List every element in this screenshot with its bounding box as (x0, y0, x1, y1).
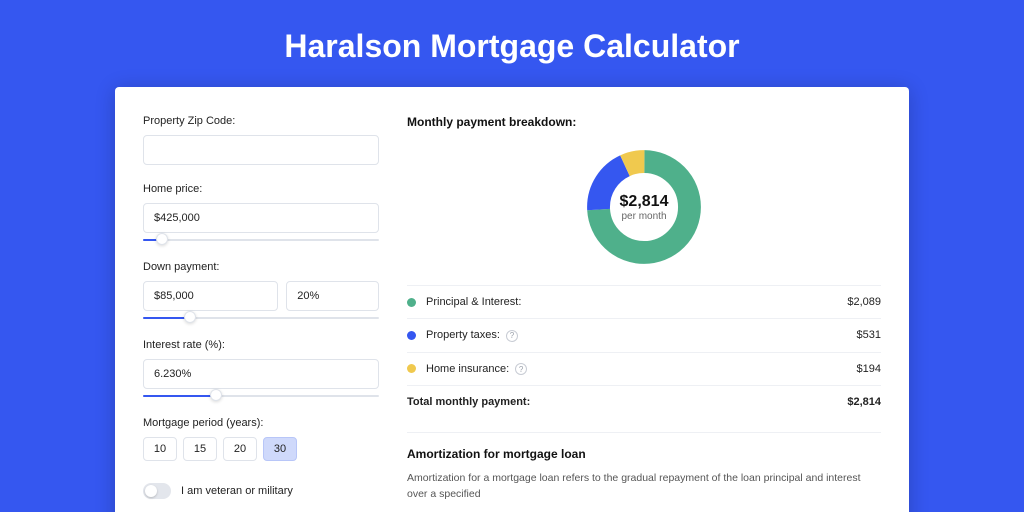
price-input[interactable] (143, 203, 379, 233)
legend-name: Home insurance:? (426, 363, 857, 376)
legend-value: $2,089 (847, 296, 881, 308)
inputs-panel: Property Zip Code: Home price: Down paym… (143, 115, 379, 512)
down-slider[interactable] (143, 315, 379, 321)
price-field: Home price: (143, 183, 379, 243)
amortization-text: Amortization for a mortgage loan refers … (407, 471, 881, 503)
legend-row: Home insurance:?$194 (407, 352, 881, 386)
legend-name: Property taxes:? (426, 329, 857, 342)
rate-label: Interest rate (%): (143, 339, 379, 351)
zip-input[interactable] (143, 135, 379, 165)
price-slider-thumb[interactable] (156, 233, 168, 245)
legend-value: $531 (857, 329, 881, 341)
down-field: Down payment: (143, 261, 379, 321)
veteran-label: I am veteran or military (181, 485, 293, 497)
legend-dot-icon (407, 364, 416, 373)
down-slider-fill (143, 317, 190, 319)
period-option-15[interactable]: 15 (183, 437, 217, 461)
veteran-toggle[interactable] (143, 483, 171, 499)
legend-dot-icon (407, 331, 416, 340)
down-slider-thumb[interactable] (184, 311, 196, 323)
help-icon[interactable]: ? (506, 330, 518, 342)
rate-slider[interactable] (143, 393, 379, 399)
period-option-20[interactable]: 20 (223, 437, 257, 461)
amortization-title: Amortization for mortgage loan (407, 447, 881, 461)
calculator-card: Property Zip Code: Home price: Down paym… (115, 87, 909, 512)
rate-slider-fill (143, 395, 216, 397)
amortization-section: Amortization for mortgage loan Amortizat… (407, 432, 881, 503)
legend-row: Property taxes:?$531 (407, 318, 881, 352)
zip-label: Property Zip Code: (143, 115, 379, 127)
price-label: Home price: (143, 183, 379, 195)
donut-chart-wrap: $2,814 per month (407, 137, 881, 285)
rate-slider-thumb[interactable] (210, 389, 222, 401)
donut-amount: $2,814 (620, 193, 669, 211)
help-icon[interactable]: ? (515, 363, 527, 375)
legend: Principal & Interest:$2,089Property taxe… (407, 285, 881, 385)
period-option-10[interactable]: 10 (143, 437, 177, 461)
legend-total-row: Total monthly payment: $2,814 (407, 385, 881, 418)
price-slider[interactable] (143, 237, 379, 243)
down-label: Down payment: (143, 261, 379, 273)
zip-field: Property Zip Code: (143, 115, 379, 165)
rate-input[interactable] (143, 359, 379, 389)
toggle-knob (145, 485, 157, 497)
down-amount-input[interactable] (143, 281, 278, 311)
donut-sub: per month (621, 211, 666, 222)
donut-chart: $2,814 per month (584, 147, 704, 267)
legend-total-value: $2,814 (847, 396, 881, 408)
down-percent-input[interactable] (286, 281, 379, 311)
legend-value: $194 (857, 363, 881, 375)
period-field: Mortgage period (years): 10152030 (143, 417, 379, 461)
donut-center: $2,814 per month (584, 147, 704, 267)
breakdown-title: Monthly payment breakdown: (407, 115, 881, 129)
breakdown-panel: Monthly payment breakdown: $2,814 per mo… (407, 115, 881, 512)
period-option-30[interactable]: 30 (263, 437, 297, 461)
legend-name: Principal & Interest: (426, 296, 847, 308)
legend-row: Principal & Interest:$2,089 (407, 285, 881, 318)
period-label: Mortgage period (years): (143, 417, 379, 429)
rate-field: Interest rate (%): (143, 339, 379, 399)
legend-total-label: Total monthly payment: (407, 396, 847, 408)
page-title: Haralson Mortgage Calculator (0, 0, 1024, 87)
veteran-row: I am veteran or military (143, 483, 379, 499)
period-options: 10152030 (143, 437, 379, 461)
legend-dot-icon (407, 298, 416, 307)
